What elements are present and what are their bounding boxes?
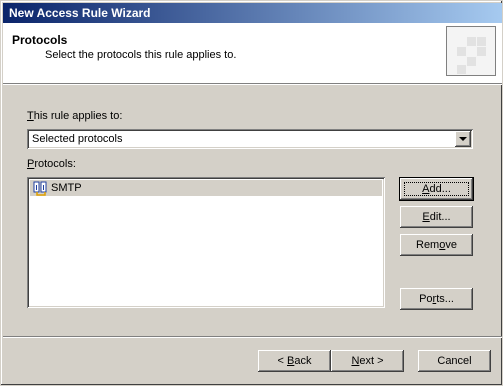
edit-button[interactable]: Edit...: [400, 206, 473, 228]
ports-label: ts...: [436, 293, 454, 305]
header-divider: [3, 83, 502, 85]
wizard-banner-icon: [446, 26, 496, 76]
applies-label: This rule applies to:: [27, 110, 122, 122]
protocol-name: SMTP: [51, 182, 82, 194]
protocols-list[interactable]: SMTP: [27, 177, 385, 308]
dropdown-button[interactable]: [455, 131, 471, 147]
add-accel: A: [422, 183, 430, 195]
protocols-label: Protocols:: [27, 158, 76, 170]
applies-label-accel: T: [27, 110, 34, 122]
back-label-pre: <: [277, 355, 287, 367]
cancel-button[interactable]: Cancel: [418, 350, 491, 372]
remove-label-pre: Rem: [416, 239, 440, 251]
ports-label-pre: Po: [419, 293, 433, 305]
title-bar[interactable]: New Access Rule Wizard: [3, 3, 502, 23]
add-button[interactable]: Add...: [400, 178, 473, 200]
edit-accel: E: [422, 211, 430, 223]
footer-divider: [3, 336, 502, 338]
page-title: Protocols: [12, 33, 68, 47]
applies-label-text: his rule applies to:: [33, 110, 123, 122]
chevron-down-icon: [459, 137, 467, 141]
add-label: dd...: [429, 183, 451, 195]
ports-button[interactable]: Ports...: [400, 288, 473, 310]
remove-label: ve: [445, 239, 457, 251]
edit-label: dit...: [429, 211, 451, 223]
wizard-header: Protocols Select the protocols this rule…: [3, 23, 502, 83]
applies-to-dropdown[interactable]: Selected protocols: [27, 129, 473, 149]
window-title: New Access Rule Wizard: [9, 6, 151, 20]
page-subtitle: Select the protocols this rule applies t…: [45, 49, 237, 61]
protocol-icon: [33, 181, 47, 196]
next-button[interactable]: Next >: [331, 350, 404, 372]
next-label: ext >: [359, 355, 384, 367]
applies-to-value: Selected protocols: [32, 133, 123, 145]
back-button[interactable]: < Back: [258, 350, 331, 372]
remove-button[interactable]: Remove: [400, 234, 473, 256]
protocols-label-text: rotocols:: [34, 158, 76, 170]
list-item[interactable]: SMTP: [30, 180, 382, 196]
back-label: ack: [294, 355, 312, 367]
wizard-window: New Access Rule Wizard Protocols Select …: [0, 0, 503, 386]
